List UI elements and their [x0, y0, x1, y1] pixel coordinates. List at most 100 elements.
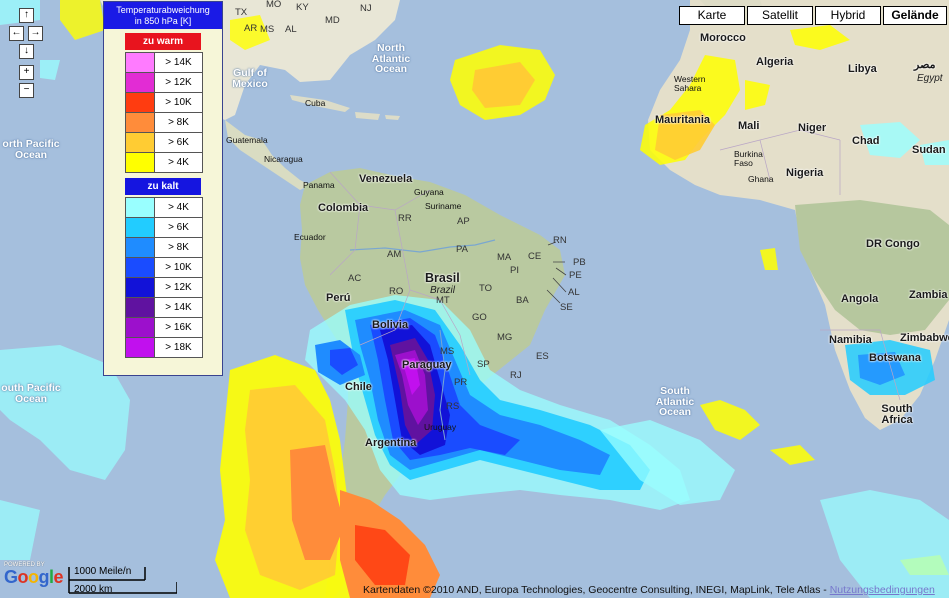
- label-mali: Mali: [738, 120, 760, 132]
- map-canvas[interactable]: Venezuela Colombia Brasil Brazil Bolivia…: [0, 0, 949, 598]
- pan-left-button[interactable]: ←: [9, 26, 24, 41]
- legend-warm-row: > 10K: [125, 92, 203, 112]
- state-md: MD: [325, 15, 340, 26]
- legend-cold-header: zu kalt: [125, 178, 201, 195]
- state-al-us: AL: [285, 24, 297, 35]
- label-north-atlantic: North Atlantic Ocean: [371, 42, 411, 75]
- state-ba: BA: [516, 295, 529, 306]
- label-uruguay: Uruguay: [424, 422, 457, 432]
- label-panama: Panama: [303, 180, 335, 190]
- state-to: TO: [479, 283, 493, 294]
- label-cuba: Cuba: [305, 98, 326, 108]
- state-ma: MA: [497, 252, 512, 263]
- label-chad: Chad: [852, 135, 880, 147]
- state-nj: NJ: [360, 3, 372, 14]
- label-nicaragua: Nicaragua: [264, 154, 303, 164]
- label-burkina-faso: Burkina Faso: [734, 149, 763, 168]
- state-rj: RJ: [510, 370, 522, 381]
- legend-warm-swatch: [126, 93, 154, 112]
- legend-cold-swatch: [126, 338, 154, 357]
- legend-cold-label: > 12K: [154, 278, 202, 297]
- state-mt: MT: [436, 295, 450, 306]
- legend-cold-label: > 4K: [154, 198, 202, 217]
- legend-warm-row: > 12K: [125, 72, 203, 92]
- pan-down-button[interactable]: ↓: [19, 44, 34, 59]
- legend-warm-swatch: [126, 53, 154, 72]
- state-se: SE: [560, 302, 573, 313]
- state-rn: RN: [553, 235, 567, 246]
- legend-cold-row: > 4K: [125, 197, 203, 217]
- legend-warm-rows: > 14K > 12K > 10K > 8K > 6K > 4K: [104, 52, 222, 173]
- legend-warm-label: > 10K: [154, 93, 202, 112]
- legend-cold-swatch: [126, 218, 154, 237]
- terms-link[interactable]: Nutzungsbedingungen: [830, 584, 935, 596]
- google-wordmark: Google: [4, 567, 64, 587]
- label-gulf-mexico: Gulf of Mexico: [232, 67, 268, 90]
- label-south-africa: South Africa: [881, 403, 913, 426]
- label-morocco: Morocco: [700, 32, 746, 44]
- label-libya: Libya: [848, 63, 877, 75]
- label-zambia: Zambia: [909, 289, 948, 301]
- scale-bar: 1000 Meile/n 2000 km: [67, 566, 177, 596]
- legend-cold-row: > 16K: [125, 317, 203, 337]
- legend-warm-row: > 4K: [125, 152, 203, 173]
- zoom-in-button[interactable]: +: [19, 65, 34, 80]
- legend-cold-swatch: [126, 258, 154, 277]
- legend-cold-label: > 10K: [154, 258, 202, 277]
- pan-right-button[interactable]: →: [28, 26, 43, 41]
- state-es: ES: [536, 351, 549, 362]
- legend-cold-row: > 6K: [125, 217, 203, 237]
- map-type-satellit-button[interactable]: Satellit: [747, 6, 813, 25]
- legend-cold-row: > 10K: [125, 257, 203, 277]
- legend-title-line1: Temperaturabweichung: [116, 5, 210, 15]
- legend-warm-row: > 8K: [125, 112, 203, 132]
- legend-warm-label: > 8K: [154, 113, 202, 132]
- legend-warm-label: > 4K: [154, 153, 202, 172]
- legend-cold-swatch: [126, 198, 154, 217]
- google-logo[interactable]: POWERED BY Google: [4, 562, 64, 588]
- legend-title: Temperaturabweichung in 850 hPa [K]: [104, 2, 222, 29]
- label-peru: Perú: [326, 292, 351, 304]
- label-mauritania: Mauritania: [655, 114, 711, 126]
- map-attribution: Kartendaten ©2010 AND, Europa Technologi…: [363, 584, 935, 596]
- legend-warm-row: > 14K: [125, 52, 203, 72]
- label-south-pacific: outh Pacific Ocean: [1, 382, 61, 405]
- label-angola: Angola: [841, 293, 879, 305]
- label-north-pacific: orth Pacific Ocean: [2, 138, 60, 161]
- legend-warm-swatch: [126, 113, 154, 132]
- legend-cold-swatch: [126, 298, 154, 317]
- label-sudan: Sudan: [912, 144, 946, 156]
- label-drcongo: DR Congo: [866, 238, 920, 250]
- legend-cold-swatch: [126, 318, 154, 337]
- legend-warm-label: > 12K: [154, 73, 202, 92]
- label-colombia: Colombia: [318, 202, 369, 214]
- legend-warm-swatch: [126, 133, 154, 152]
- label-zimbabwe: Zimbabwe: [900, 332, 949, 344]
- label-western-sahara: Western Sahara: [674, 74, 706, 93]
- map-type-gelaende-button[interactable]: Gelände: [883, 6, 947, 25]
- map-type-karte-button[interactable]: Karte: [679, 6, 745, 25]
- legend-cold-row: > 14K: [125, 297, 203, 317]
- state-am: AM: [387, 249, 402, 260]
- legend-title-line2: in 850 hPa [K]: [134, 16, 192, 26]
- scale-km: 2000 km: [74, 584, 113, 595]
- legend-cold-rows: > 4K > 6K > 8K > 10K > 12K > 14K > 16K > 18K: [104, 197, 222, 358]
- pan-up-button[interactable]: ↑: [19, 8, 34, 23]
- legend-warm-swatch: [126, 73, 154, 92]
- legend-cold-row: > 8K: [125, 237, 203, 257]
- legend-warm-label: > 14K: [154, 53, 202, 72]
- state-mo: MO: [266, 0, 282, 10]
- label-guatemala: Guatemala: [226, 135, 268, 145]
- state-sp: SP: [477, 359, 490, 370]
- scale-miles: 1000 Meile/n: [74, 566, 132, 577]
- state-ky: KY: [296, 2, 309, 13]
- state-ap: AP: [457, 216, 470, 227]
- legend-cold-label: > 18K: [154, 338, 202, 357]
- map-type-hybrid-button[interactable]: Hybrid: [815, 6, 881, 25]
- legend-cold-swatch: [126, 278, 154, 297]
- label-south-atlantic: South Atlantic Ocean: [655, 385, 695, 418]
- legend-cold-label: > 14K: [154, 298, 202, 317]
- zoom-out-button[interactable]: −: [19, 83, 34, 98]
- label-guyana: Guyana: [414, 187, 444, 197]
- state-pb: PB: [573, 257, 586, 268]
